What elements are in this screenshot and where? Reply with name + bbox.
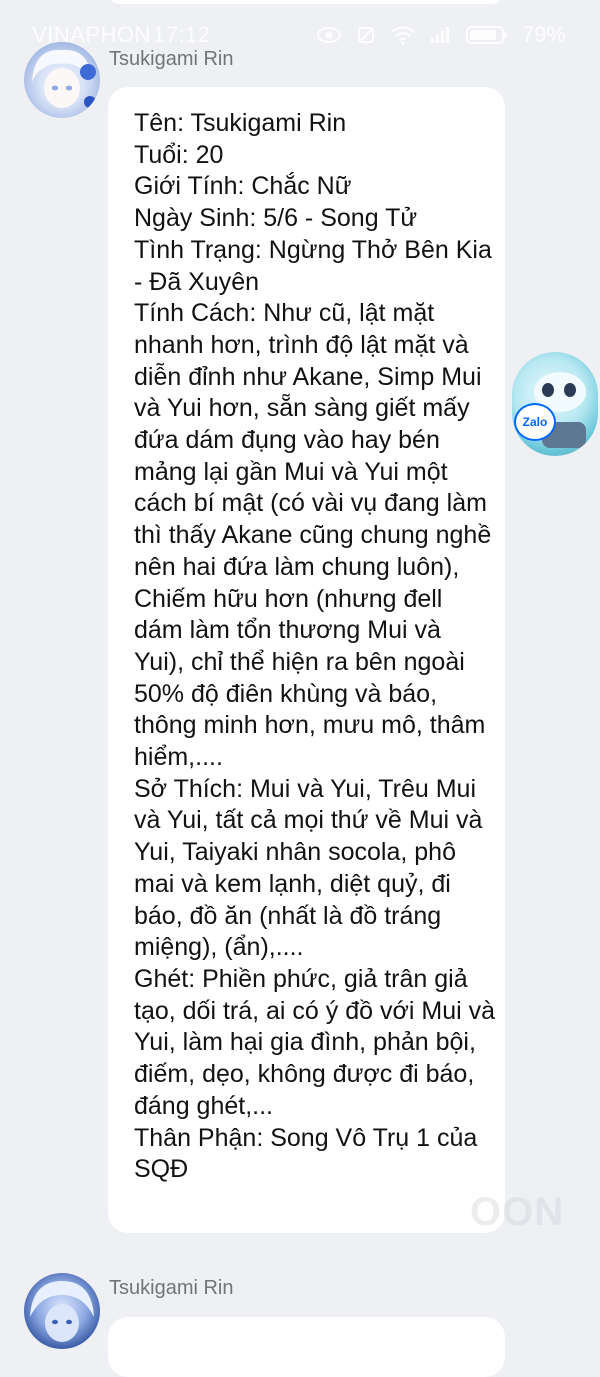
message-bubble[interactable] — [108, 1317, 505, 1377]
message-text: Tên: Tsukigami Rin Tuổi: 20 Giới Tính: C… — [134, 109, 495, 1184]
status-time: 17:12 — [152, 22, 211, 47]
wifi-icon — [390, 25, 416, 45]
battery-icon — [465, 25, 508, 45]
alarm-off-icon — [356, 25, 376, 45]
eye-icon — [316, 26, 342, 44]
signal-icon — [430, 26, 452, 44]
battery-percent: 79% — [521, 22, 566, 47]
zalo-chat-head-bubble[interactable]: Zalo — [512, 352, 598, 456]
avatar[interactable] — [24, 1273, 100, 1349]
avatar-portrait — [30, 1281, 94, 1342]
status-icons: 79% — [316, 22, 566, 48]
sender-name[interactable]: Tsukigami Rin — [109, 1277, 233, 1300]
zalo-badge: Zalo — [514, 403, 556, 441]
watermark: OON — [470, 1190, 565, 1234]
sender-name[interactable]: Tsukigami Rin — [109, 48, 233, 71]
avatar-portrait — [32, 49, 96, 108]
avatar[interactable] — [24, 42, 100, 118]
